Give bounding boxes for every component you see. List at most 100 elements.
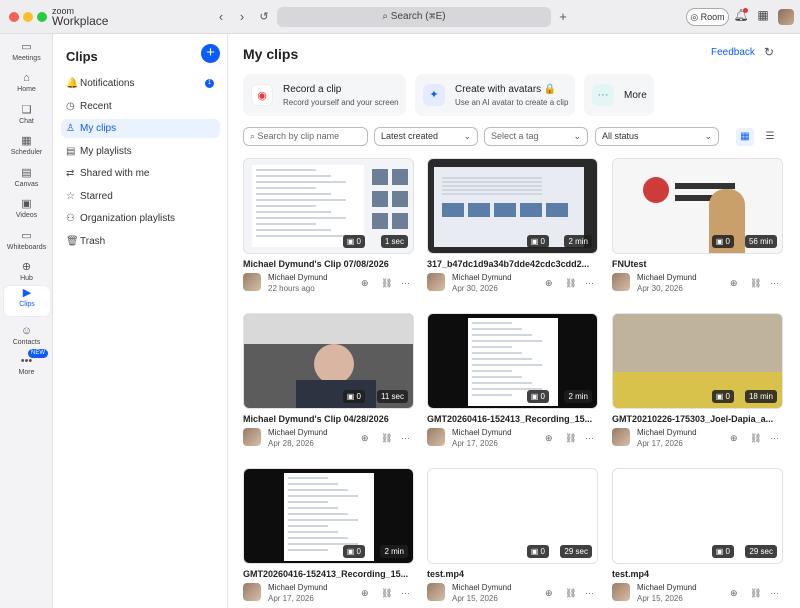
create-avatar-card[interactable]: ✦ Create with avatars 🔒 Use an AI avatar… [415,74,575,116]
more-options-icon[interactable]: ··· [401,278,410,288]
globe-icon[interactable]: ⊕ [730,433,738,444]
rail-item-label: Chat [19,118,34,125]
globe-icon[interactable]: ⊕ [361,278,369,289]
status-select[interactable]: All status ⌄ [595,127,719,146]
close-window-button[interactable] [9,12,19,22]
clip-search-input[interactable]: ⌕ Search by clip name [243,127,368,146]
owner-name: Michael Dymund [637,428,697,437]
clip-title[interactable]: FNUtest [612,259,783,269]
globe-icon[interactable]: ⊕ [361,433,369,444]
clip-thumbnail[interactable]: ▣ 0 29 sec [427,468,598,564]
globe-icon[interactable]: ⊕ [730,588,738,599]
record-clip-card[interactable]: ◉ Record a clip Record yourself and your… [243,74,406,116]
rail-item-whiteboards[interactable]: ▭ Whiteboards [0,229,53,259]
global-search[interactable]: ⌕ Search (⌘E) [277,7,551,27]
clip-title[interactable]: Michael Dymund's Clip 07/08/2026 [243,259,414,269]
clip-thumbnail[interactable]: ▣ 0 56 min [612,158,783,254]
rail-item-meetings[interactable]: ▭ Meetings [0,40,53,70]
panel-item-organization-playlists[interactable]: ⚇ Organization playlists [61,209,220,228]
clip-title[interactable]: GMT20260416-152413_Recording_15... [427,414,598,424]
clip-title[interactable]: test.mp4 [427,569,598,579]
avatar[interactable] [778,9,794,25]
rail-item-canvas[interactable]: ▤ Canvas [0,166,53,196]
link-icon[interactable]: ⛓ [565,588,576,599]
panel-item-my-playlists[interactable]: ▤ My playlists [61,142,220,161]
clip-thumbnail[interactable]: ▣ 0 18 min [612,313,783,409]
history-icon[interactable]: ↺ [256,9,272,25]
globe-icon[interactable]: ⊕ [545,588,553,599]
rail-item-videos[interactable]: ▣ Videos [0,197,53,227]
link-icon[interactable]: ⛓ [750,433,761,444]
list-view-icon[interactable]: ☰ [761,128,779,146]
panel-item-my-clips[interactable]: ♙ My clips [61,119,220,138]
link-icon[interactable]: ⛓ [565,433,576,444]
rail-item-scheduler[interactable]: ▦ Scheduler [0,134,53,164]
clip-thumbnail[interactable]: ▣ 0 2 min [427,158,598,254]
clock-icon: ◷ [66,100,75,112]
more-options-icon[interactable]: ··· [401,588,410,598]
clip-thumbnail[interactable]: ▣ 0 2 min [243,468,414,564]
more-options-icon[interactable]: ··· [770,588,779,598]
rail-item-more[interactable]: ••• More [0,354,53,384]
hub-icon: ⊕ [21,261,32,273]
eye-icon: ▣ [530,547,541,556]
link-icon[interactable]: ⛓ [565,278,576,289]
forward-icon[interactable]: › [234,9,250,25]
link-icon[interactable]: ⛓ [750,588,761,599]
rail-item-label: Clips [19,301,35,308]
tag-select[interactable]: Select a tag ⌄ [484,127,588,146]
duration-badge: 2 min [564,235,592,248]
create-clip-button[interactable]: + [201,44,220,63]
panel-item-trash[interactable]: 🗑Trash [61,232,220,251]
views-badge: ▣ 0 [711,545,734,558]
new-tab-icon[interactable]: + [555,9,571,25]
views-badge: ▣ 0 [342,390,365,403]
link-icon[interactable]: ⛓ [381,588,392,599]
clip-date: 22 hours ago [268,284,315,293]
clip-title[interactable]: Michael Dymund's Clip 04/28/2026 [243,414,414,424]
clip-title[interactable]: test.mp4 [612,569,783,579]
globe-icon[interactable]: ⊕ [545,433,553,444]
more-options-icon[interactable]: ··· [585,433,594,443]
more-options-icon[interactable]: ··· [585,588,594,598]
clip-thumbnail[interactable]: ▣ 0 2 min [427,313,598,409]
globe-icon[interactable]: ⊕ [361,588,369,599]
feedback-link[interactable]: Feedback [711,47,755,58]
rail-item-chat[interactable]: ❏ Chat [0,103,53,133]
link-icon[interactable]: ⛓ [381,278,392,289]
panel-item-starred[interactable]: ☆ Starred [61,187,220,206]
maximize-window-button[interactable] [37,12,47,22]
clip-thumbnail[interactable]: ▣ 0 1 sec [243,158,414,254]
globe-icon[interactable]: ⊕ [730,278,738,289]
grid-view-icon[interactable]: ▦ [736,128,754,146]
sort-select[interactable]: Latest created ⌄ [374,127,478,146]
minimize-window-button[interactable] [23,12,33,22]
calendar-icon[interactable]: ▦ [755,8,771,22]
chevron-down-icon: ⌄ [463,131,471,141]
panel-item-recent[interactable]: ◷ Recent [61,97,220,116]
more-options-icon[interactable]: ··· [770,433,779,443]
rail-item-home[interactable]: ⌂ Home [0,71,53,101]
link-icon[interactable]: ⛓ [750,278,761,289]
video-icon: ▭ [21,41,32,53]
clip-title[interactable]: GMT20260416-152413_Recording_15... [243,569,414,579]
avatar [612,273,630,291]
more-options-icon[interactable]: ··· [770,278,779,288]
panel-item-notifications[interactable]: 🔔 Notifications 1 [61,74,220,93]
clip-title[interactable]: GMT20210226-175303_Joel-Dapia_a... [612,414,783,424]
clip-title[interactable]: 317_b47dc1d9a34b7dde42cdc3cdd2... [427,259,598,269]
panel-item-shared-with-me[interactable]: ⇄ Shared with me [61,164,220,183]
panel-item-label: My clips [80,123,117,134]
more-options-icon[interactable]: ··· [401,433,410,443]
more-actions-card[interactable]: ··· More [584,74,654,116]
room-button[interactable]: ◎ Room [686,8,729,26]
back-icon[interactable]: ‹ [213,9,229,25]
clip-thumbnail[interactable]: ▣ 0 11 sec [243,313,414,409]
clip-thumbnail[interactable]: ▣ 0 29 sec [612,468,783,564]
rail-item-clips[interactable]: ▶ Clips [4,286,50,316]
globe-icon[interactable]: ⊕ [545,278,553,289]
link-icon[interactable]: ⛓ [381,433,392,444]
more-options-icon[interactable]: ··· [585,278,594,288]
create-avatar-title: Create with avatars 🔒 [455,84,557,95]
refresh-icon[interactable]: ↻ [764,45,774,59]
